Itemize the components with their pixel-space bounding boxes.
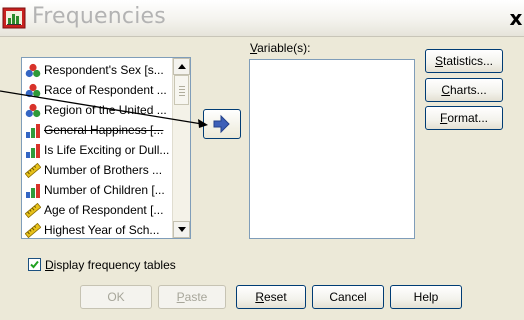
- checkmark-icon: [30, 260, 39, 269]
- variable-label: Age of Respondent [...: [44, 203, 164, 217]
- nominal-icon: [25, 83, 41, 98]
- charts-button[interactable]: Charts...: [425, 78, 503, 102]
- window-title: Frequencies: [32, 4, 166, 29]
- move-to-variables-button[interactable]: [203, 109, 241, 139]
- variable-list-item[interactable]: Race of Respondent ...: [22, 80, 174, 100]
- list-scrollbar[interactable]: [172, 58, 190, 238]
- frequencies-app-icon: [2, 7, 26, 29]
- charts-mnemonic: C: [441, 83, 450, 97]
- charts-label: harts...: [449, 83, 487, 97]
- source-variable-list[interactable]: Respondent's Sex [s... Race of Respondent…: [21, 57, 191, 239]
- variable-list-item[interactable]: Is Life Exciting or Dull...: [22, 140, 174, 160]
- ordinal-icon: [26, 184, 40, 198]
- display-label-text: isplay frequency tables: [53, 258, 176, 272]
- ok-button[interactable]: OK: [80, 285, 152, 309]
- reset-label: eset: [263, 290, 287, 304]
- variable-label: Number of Children [...: [44, 183, 165, 197]
- nominal-icon: [25, 103, 41, 118]
- cancel-button[interactable]: Cancel: [312, 285, 384, 309]
- variable-list-item[interactable]: General Happiness [...: [22, 120, 174, 140]
- paste-label: aste: [184, 290, 208, 304]
- chevron-up-icon: [178, 64, 186, 69]
- variable-label: General Happiness [...: [44, 123, 164, 137]
- variable-label: Race of Respondent ...: [44, 83, 167, 97]
- statistics-mnemonic: S: [434, 54, 443, 68]
- right-arrow-icon: [213, 114, 230, 134]
- scale-icon: [25, 203, 41, 218]
- display-frequency-tables-label[interactable]: Display frequency tables: [45, 258, 176, 272]
- variable-list-item[interactable]: Number of Brothers ...: [22, 160, 174, 180]
- reset-mnemonic: R: [255, 290, 264, 304]
- close-icon[interactable]: x: [506, 6, 524, 30]
- variable-list-item[interactable]: Number of Children [...: [22, 180, 174, 200]
- paste-button[interactable]: Paste: [158, 285, 226, 309]
- variables-label: Variable(s):: [250, 41, 310, 55]
- scroll-down-button[interactable]: [173, 221, 190, 238]
- ordinal-icon: [26, 144, 40, 158]
- format-button[interactable]: Format...: [425, 106, 503, 130]
- variable-list-item[interactable]: Region of the United ...: [22, 100, 174, 120]
- statistics-button[interactable]: Statistics...: [425, 49, 503, 73]
- variable-list-item[interactable]: Respondent's Sex [s...: [22, 60, 174, 80]
- format-label: ormat...: [447, 111, 489, 125]
- nominal-icon: [25, 63, 41, 78]
- variables-list[interactable]: [249, 59, 415, 239]
- variables-label-text: ariable(s):: [257, 41, 311, 55]
- grip-icon: [179, 86, 185, 96]
- scale-icon: [25, 163, 41, 178]
- variable-list-item[interactable]: Highest Year of Sch...: [22, 220, 174, 238]
- display-mnemonic: D: [45, 258, 54, 272]
- chevron-down-icon: [178, 227, 186, 232]
- variable-label: Number of Brothers ...: [44, 163, 163, 177]
- variable-label: Region of the United ...: [44, 103, 167, 117]
- statistics-label: tatistics...: [443, 54, 494, 68]
- display-frequency-tables-checkbox[interactable]: [28, 258, 41, 271]
- scale-icon: [25, 223, 41, 238]
- help-button[interactable]: Help: [390, 285, 462, 309]
- reset-button[interactable]: Reset: [236, 285, 306, 309]
- frequencies-dialog: Frequencies x Respondent's Sex [s... Race…: [0, 0, 524, 320]
- title-bar[interactable]: Frequencies x: [0, 0, 524, 37]
- scroll-up-button[interactable]: [173, 58, 190, 75]
- paste-mnemonic: P: [176, 290, 185, 304]
- variable-items: Respondent's Sex [s... Race of Respondent…: [22, 58, 174, 238]
- variable-list-item[interactable]: Age of Respondent [...: [22, 200, 174, 220]
- variable-label: Respondent's Sex [s...: [44, 63, 164, 77]
- scroll-thumb[interactable]: [174, 75, 189, 105]
- variable-label: Is Life Exciting or Dull...: [44, 143, 170, 157]
- variable-label: Highest Year of Sch...: [44, 223, 160, 237]
- ordinal-icon: [26, 124, 40, 138]
